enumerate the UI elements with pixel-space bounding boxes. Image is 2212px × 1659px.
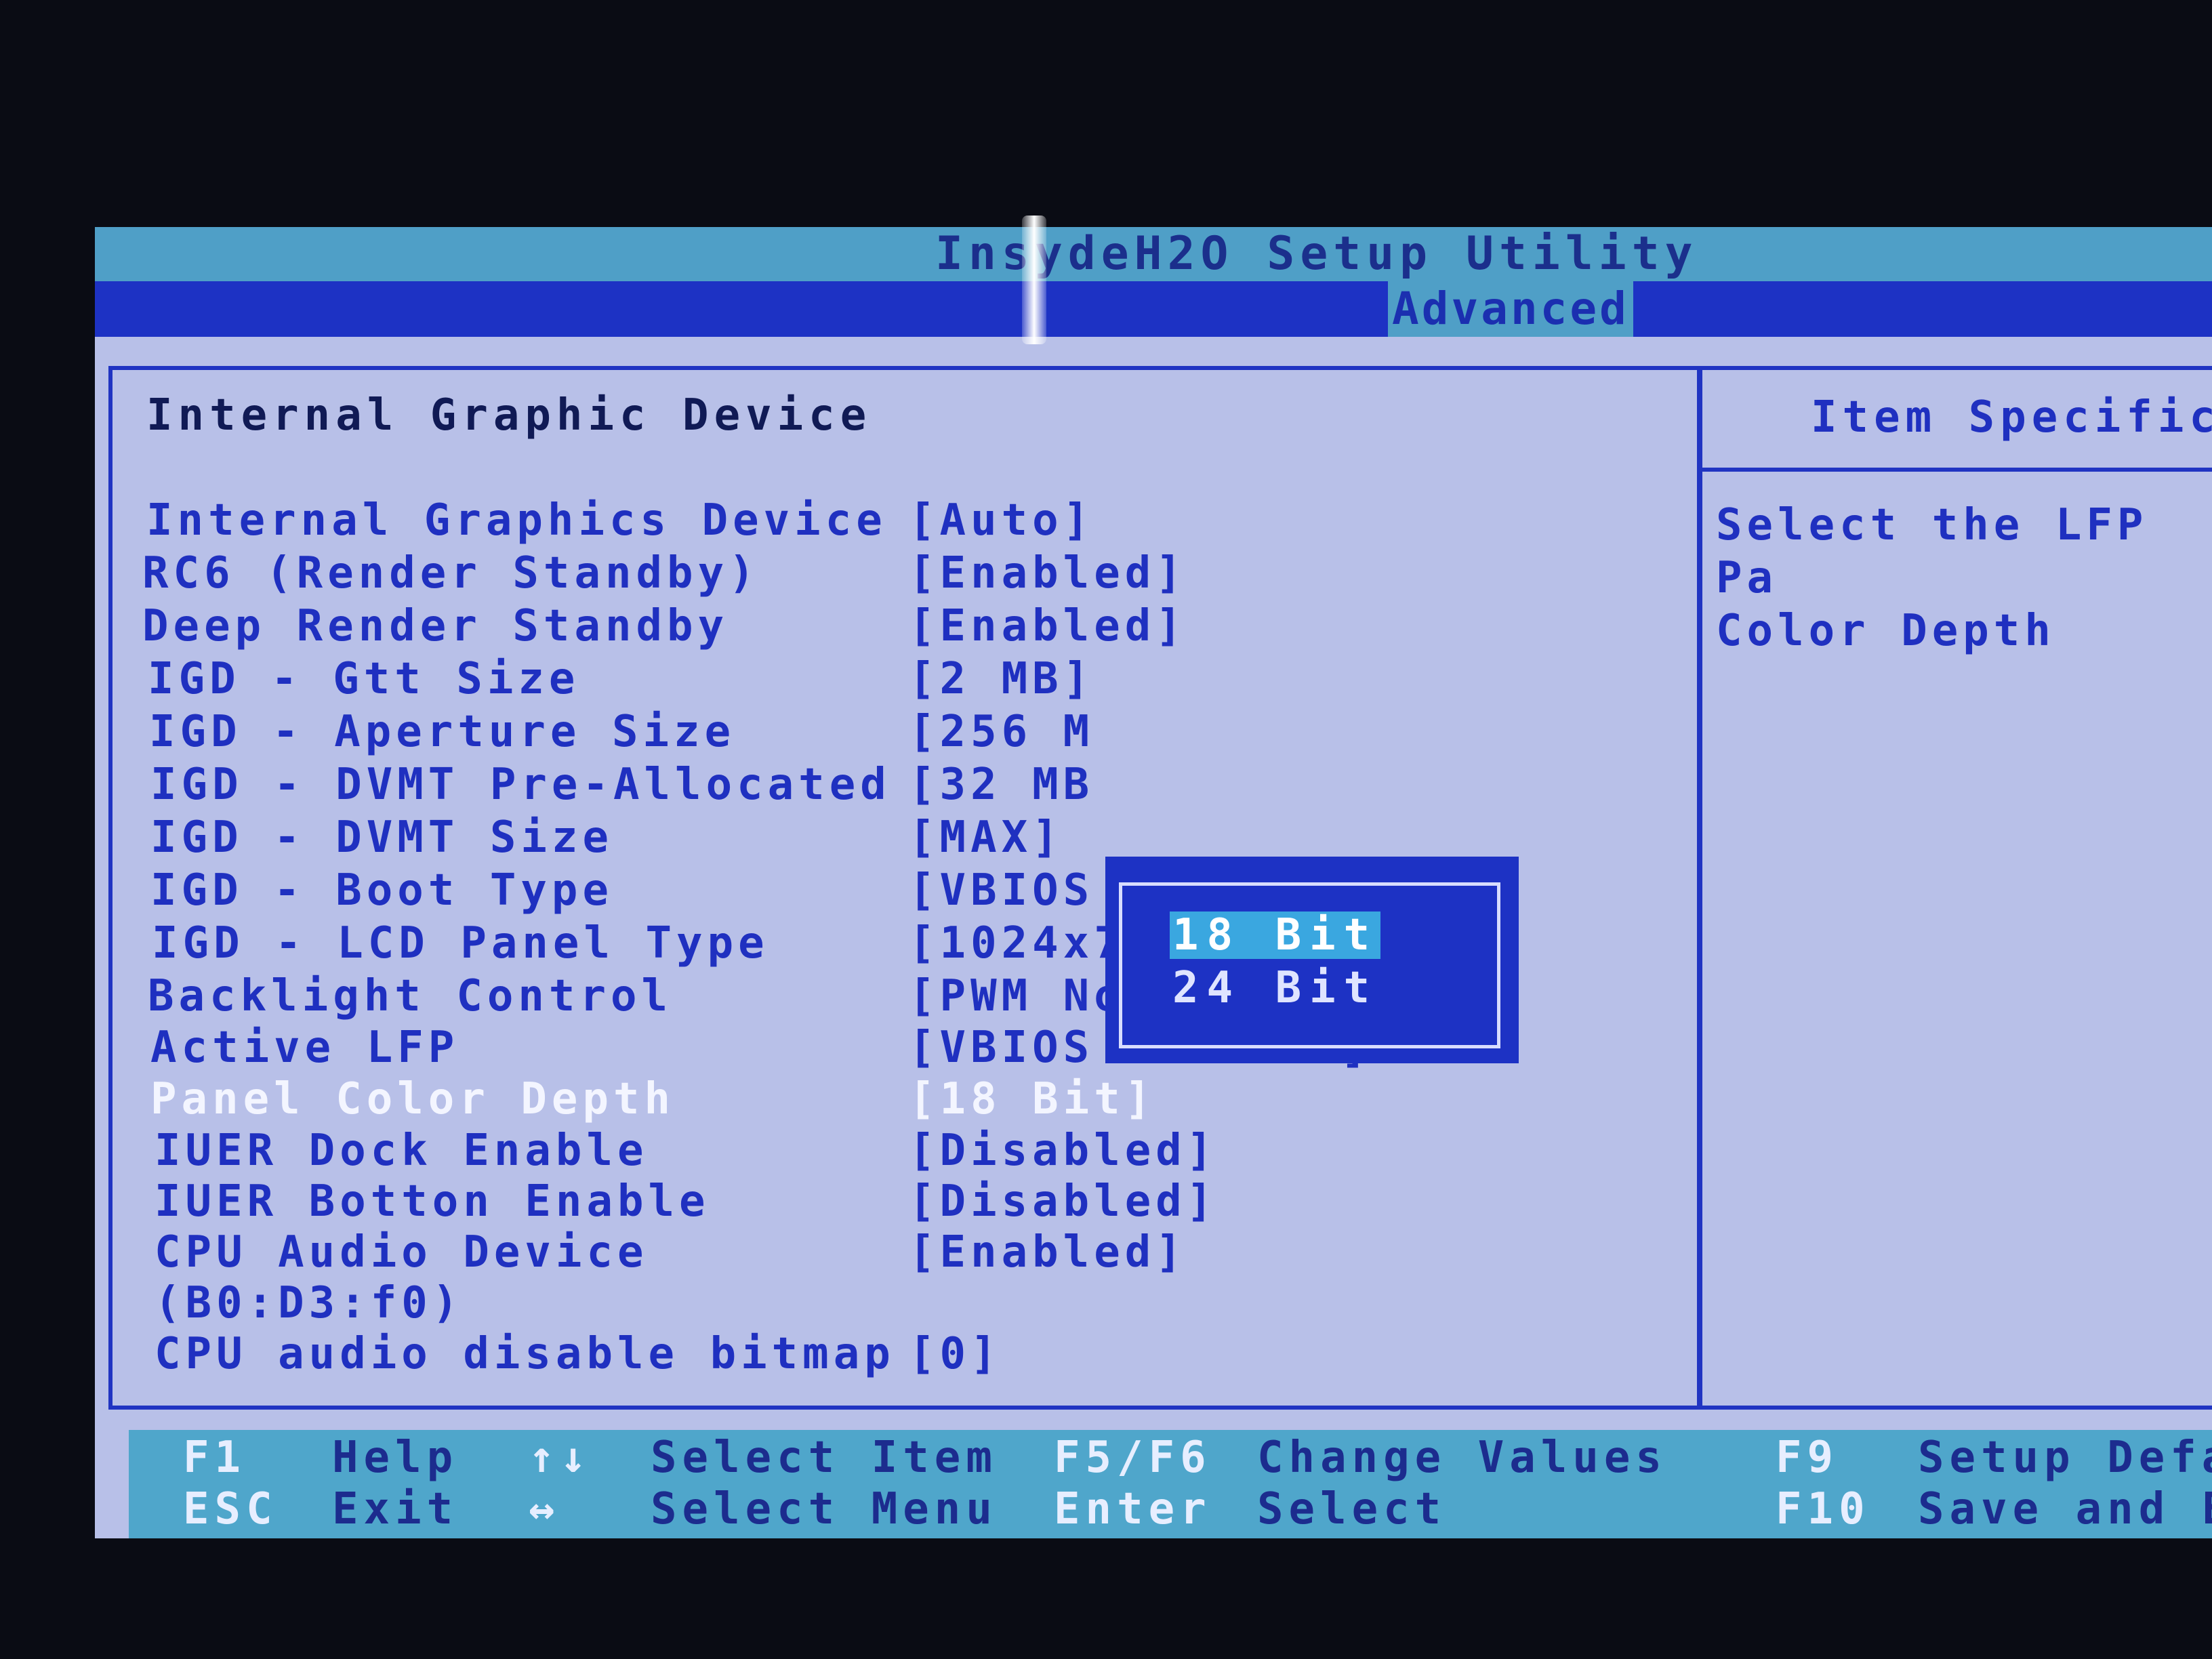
setting-label: IGD - DVMT Size (150, 813, 613, 863)
setting-label: IGD - Boot Type (150, 865, 613, 916)
leftright-desc: Select Menu (651, 1484, 998, 1534)
help-line-1: Select the LFP Pa (1716, 500, 2148, 603)
setting-value[interactable]: [Enabled] (909, 601, 1187, 651)
setting-value[interactable]: [Disabled] (909, 1126, 1217, 1176)
esc-desc: Exit (332, 1484, 459, 1534)
setting-label: Internal Graphics Device (146, 495, 887, 546)
setting-value[interactable]: [18 Bit] (909, 1074, 1155, 1124)
enter-key: Enter (1054, 1484, 1212, 1534)
bios-screen: InsydeH2O Setup Utility Advanced Interna… (95, 227, 2212, 1538)
setting-value[interactable]: [MAX] (909, 813, 1063, 863)
app-title: InsydeH2O Setup Utility (935, 227, 1698, 281)
setting-label: CPU audio disable bitmap (155, 1329, 895, 1379)
setting-row-cpu-audio-device[interactable]: CPU Audio Device [Enabled] (112, 1227, 1697, 1279)
settings-panel: Internal Graphic Device Internal Graphic… (108, 366, 1701, 1410)
screen-glare (1022, 216, 1046, 344)
updown-desc: Select Item (651, 1433, 998, 1483)
tab-advanced[interactable]: Advanced (1388, 281, 1633, 337)
section-title: Internal Graphic Device (146, 390, 872, 441)
setting-row-aperture-size[interactable]: IGD - Aperture Size [256 M (112, 707, 1697, 758)
setting-label: Backlight Control (148, 971, 673, 1021)
setting-label: IUER Dock Enable (155, 1126, 649, 1176)
menu-bar: Advanced (95, 281, 2212, 337)
setting-row-panel-color-depth[interactable]: Panel Color Depth [18 Bit] (112, 1074, 1697, 1126)
setting-label: CPU Audio Device (155, 1227, 649, 1277)
setting-label: IGD - Gtt Size (148, 654, 580, 704)
title-bar: InsydeH2O Setup Utility (95, 227, 2212, 281)
setting-value[interactable]: [Enabled] (909, 1227, 1187, 1277)
setting-value[interactable]: [Auto] (909, 495, 1094, 546)
setting-row-cpu-audio-disable-bitmap[interactable]: CPU audio disable bitmap [0] (112, 1329, 1697, 1380)
f1-key: F1 (183, 1433, 247, 1483)
setting-label: Deep Render Standby (142, 601, 729, 651)
setting-value[interactable]: [0] (909, 1329, 1002, 1379)
setting-label: IGD - Aperture Size (149, 707, 736, 757)
f1-desc: Help (332, 1433, 459, 1483)
option-popup-frame: 18 Bit 24 Bit (1119, 882, 1500, 1048)
help-panel: Item Specific Select the LFP Pa Color De… (1698, 366, 2212, 1410)
f10-key: F10 (1776, 1484, 1870, 1534)
setting-row-dvmt-pre-allocated[interactable]: IGD - DVMT Pre-Allocated [32 MB (112, 760, 1697, 811)
setting-row-deep-render-standby[interactable]: Deep Render Standby [Enabled] (112, 601, 1697, 653)
setting-label: IGD - DVMT Pre-Allocated (150, 760, 891, 810)
help-line-2: Color Depth (1716, 606, 2055, 656)
setting-value[interactable]: [Disabled] (909, 1176, 1217, 1227)
setting-value[interactable]: [32 MB (909, 760, 1094, 810)
setting-value[interactable]: [2 MB] (909, 654, 1094, 704)
setting-label: (B0:D3:f0) (155, 1278, 464, 1328)
enter-desc: Select (1257, 1484, 1447, 1534)
setting-row-iuer-dock-enable[interactable]: IUER Dock Enable [Disabled] (112, 1126, 1697, 1177)
setting-label: IUER Botton Enable (155, 1176, 710, 1227)
leftright-arrows-icon: ↔ (529, 1484, 560, 1534)
f5f6-desc: Change Values (1257, 1433, 1667, 1483)
f9-key: F9 (1776, 1433, 1839, 1483)
setting-label: Panel Color Depth (150, 1074, 676, 1124)
setting-row-cpu-audio-device-address: (B0:D3:f0) (112, 1278, 1697, 1330)
f9-desc: Setup Defa (1918, 1433, 2212, 1483)
esc-key: ESC (183, 1484, 278, 1534)
setting-value[interactable]: [Enabled] (909, 548, 1187, 598)
option-18-bit[interactable]: 18 Bit (1170, 912, 1381, 959)
option-24-bit[interactable]: 24 Bit (1170, 964, 1380, 1012)
setting-label: RC6 (Render Standby) (142, 548, 760, 598)
setting-row-internal-graphics-device[interactable]: Internal Graphics Device [Auto] (112, 495, 1697, 547)
setting-label: IGD - LCD Panel Type (152, 918, 769, 968)
help-text: Select the LFP Pa Color Depth (1716, 499, 2212, 657)
setting-row-gtt-size[interactable]: IGD - Gtt Size [2 MB] (112, 654, 1697, 705)
key-legend: F1 Help ↑↓ Select Item F5/F6 Change Valu… (129, 1430, 2212, 1538)
setting-row-iuer-botton-enable[interactable]: IUER Botton Enable [Disabled] (112, 1176, 1697, 1228)
setting-value[interactable]: [VBIOS (909, 865, 1094, 916)
setting-label: Active LFP (150, 1023, 459, 1073)
f10-desc: Save and Ex (1918, 1484, 2212, 1534)
updown-arrows-icon: ↑↓ (529, 1433, 592, 1483)
f5f6-key: F5/F6 (1054, 1433, 1212, 1483)
option-popup: 18 Bit 24 Bit (1105, 857, 1519, 1063)
setting-value[interactable]: [256 M (909, 707, 1094, 757)
setting-row-rc6[interactable]: RC6 (Render Standby) [Enabled] (112, 548, 1697, 600)
help-title: Item Specific (1702, 370, 2212, 472)
